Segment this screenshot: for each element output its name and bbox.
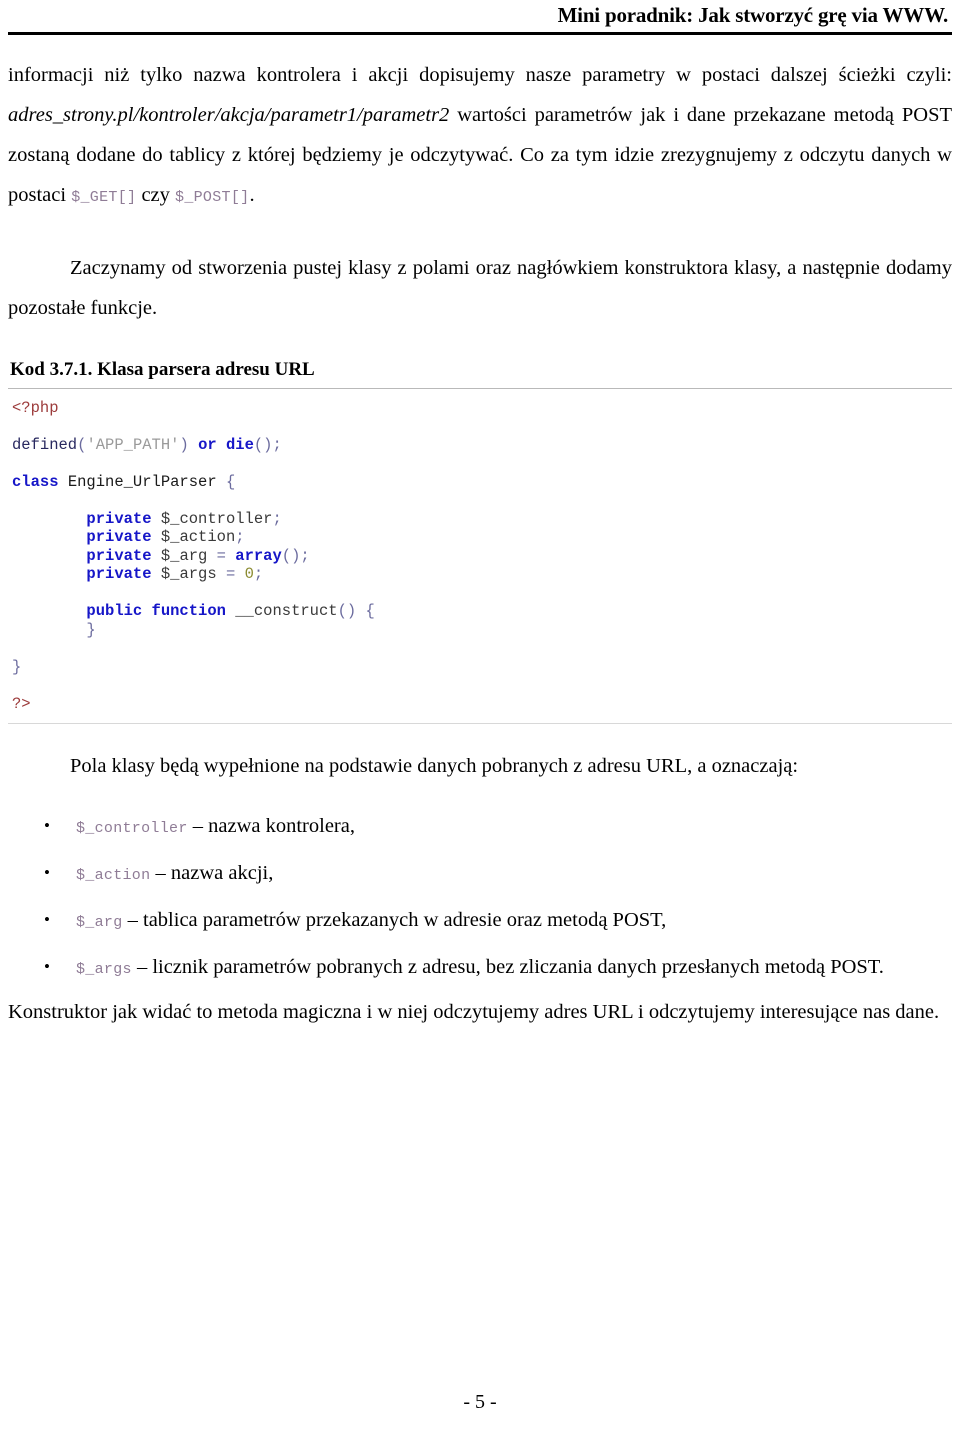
code-token: public function — [86, 602, 226, 621]
code-token: private — [86, 546, 152, 565]
paragraph-intro-text-d: . — [249, 184, 255, 207]
code-line: } — [12, 658, 952, 677]
list-item-text: – nazwa kontrolera, — [187, 815, 355, 838]
code-token: private — [86, 528, 152, 547]
code-line: private $_controller; — [12, 510, 952, 529]
list-item-code: $_args — [76, 961, 132, 979]
list-item-code: $_action — [76, 867, 151, 885]
code-token: <?php — [12, 398, 59, 417]
code-line: class Engine_UrlParser { — [12, 473, 952, 492]
code-token: private — [86, 565, 152, 584]
code-token: ?> — [12, 694, 31, 713]
code-line: } — [12, 621, 952, 640]
running-header: Mini poradnik: Jak stworzyć grę via WWW. — [8, 0, 952, 30]
code-token: = — [225, 565, 245, 584]
url-pattern-example: adres_strony.pl/kontroler/akcja/parametr… — [8, 104, 450, 127]
code-token: Engine_UrlParser — [58, 472, 226, 491]
list-item: $_controller – nazwa kontrolera, — [8, 804, 952, 851]
code-token: class — [12, 472, 59, 491]
code-token: __construct — [225, 602, 338, 621]
paragraph-constructor-note: Konstruktor jak widać to metoda magiczna… — [8, 1001, 940, 1024]
paragraph-intro: informacji niż tylko nazwa kontrolera i … — [8, 55, 952, 218]
code-token: () { — [337, 602, 375, 621]
code-line: <?php — [12, 399, 952, 418]
list-item: $_arg – tablica parametrów przekazanych … — [8, 898, 952, 945]
paragraph-start-class: Zaczynamy od stworzenia pustej klasy z p… — [8, 257, 952, 320]
code-token: ; — [235, 528, 245, 547]
code-line: defined('APP_PATH') or die(); — [12, 436, 952, 455]
code-line: ?> — [12, 695, 952, 714]
paragraph-intro-text-c: czy — [136, 184, 176, 207]
list-item-text: – licznik parametrów pobranych z adresu,… — [131, 956, 884, 979]
code-token: $_action — [151, 528, 236, 547]
code-token: { — [225, 472, 236, 491]
code-token: } — [12, 657, 22, 676]
code-line: private $_args = 0; — [12, 565, 952, 584]
footer-page-number: - 5 - — [463, 1391, 497, 1413]
code-token: = — [216, 546, 236, 565]
header-divider — [8, 32, 952, 36]
code-token: ; — [272, 509, 282, 528]
document-page: Mini poradnik: Jak stworzyć grę via WWW.… — [0, 0, 960, 1436]
code-token: $_arg — [151, 546, 217, 565]
code-token: $_controller — [151, 509, 273, 528]
paragraph-fields-description: Pola klasy będą wypełnione na podstawie … — [70, 755, 799, 778]
code-token: defined — [12, 435, 78, 454]
code-line: private $_action; — [12, 528, 952, 547]
code-token: private — [86, 509, 152, 528]
code-token: ) — [179, 435, 199, 454]
list-item-code: $_arg — [76, 914, 123, 932]
list-item: $_args – licznik parametrów pobranych z … — [8, 945, 952, 992]
code-token: (); — [253, 435, 282, 454]
code-token: 'APP_PATH' — [86, 435, 180, 454]
running-header-title: Mini poradnik: Jak stworzyć grę via WWW. — [557, 3, 949, 27]
list-item-code: $_controller — [76, 820, 188, 838]
code-listing-caption: Kod 3.7.1. Klasa parsera adresu URL — [10, 359, 315, 381]
code-line: public function __construct() { — [12, 602, 952, 621]
code-listing-php: <?php defined('APP_PATH') or die(); clas… — [8, 389, 952, 725]
list-item-text: – tablica parametrów przekazanych w adre… — [122, 909, 667, 932]
field-list: $_controller – nazwa kontrolera,$_action… — [8, 804, 952, 992]
code-token: or die — [198, 435, 254, 454]
code-token: $_args — [151, 565, 226, 584]
list-item-text: – nazwa akcji, — [150, 862, 274, 885]
code-token: (); — [281, 546, 310, 565]
code-token: ; — [253, 565, 264, 584]
code-token: array — [235, 546, 282, 565]
code-token: } — [86, 620, 96, 639]
code-token: 0 — [244, 565, 254, 584]
paragraph-intro-text-a: informacji niż tylko nazwa kontrolera i … — [8, 64, 952, 87]
code-line: private $_arg = array(); — [12, 547, 952, 566]
inline-code-get: $_GET[] — [71, 189, 137, 207]
list-item: $_action – nazwa akcji, — [8, 851, 952, 898]
inline-code-post: $_POST[] — [175, 189, 250, 207]
